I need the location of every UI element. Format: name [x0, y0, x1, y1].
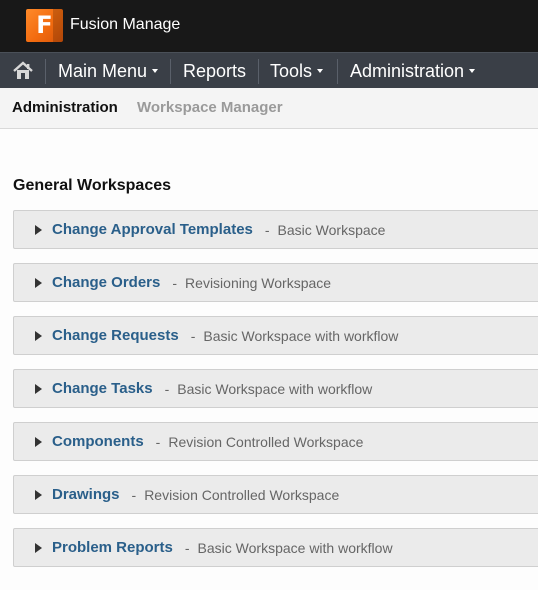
separator: -: [172, 274, 178, 291]
workspace-row[interactable]: Change Approval Templates - Basic Worksp…: [13, 210, 538, 249]
nav-main-menu[interactable]: Main Menu: [58, 53, 159, 89]
nav-divider: [337, 59, 338, 84]
section-title: General Workspaces: [13, 177, 172, 194]
nav-administration[interactable]: Administration: [350, 53, 476, 89]
expand-arrow-icon[interactable]: [35, 383, 42, 394]
logo-letter: F: [36, 11, 53, 39]
separator: -: [264, 221, 270, 238]
workspace-row[interactable]: Components - Revision Controlled Workspa…: [13, 422, 538, 461]
nav-divider: [258, 59, 259, 84]
workspace-row[interactable]: Change Orders - Revisioning Workspace: [13, 263, 538, 302]
expand-arrow-icon[interactable]: [35, 542, 42, 553]
workspace-row[interactable]: Change Requests - Basic Workspace with w…: [13, 316, 538, 355]
workspace-type: Revision Controlled Workspace: [168, 433, 364, 450]
expand-arrow-icon[interactable]: [35, 330, 42, 341]
workspace-name[interactable]: Components: [52, 433, 144, 450]
workspace-name[interactable]: Change Approval Templates: [52, 221, 253, 238]
workspace-name[interactable]: Drawings: [52, 486, 120, 503]
separator: -: [164, 380, 170, 397]
expand-arrow-icon[interactable]: [35, 489, 42, 500]
dropdown-caret-icon: [469, 69, 476, 74]
nav-divider: [45, 59, 46, 84]
separator: -: [190, 327, 196, 344]
breadcrumb-administration[interactable]: Administration: [12, 99, 118, 116]
nav-divider: [170, 59, 171, 84]
dropdown-caret-icon: [152, 69, 159, 74]
expand-arrow-icon[interactable]: [35, 436, 42, 447]
top-header: F Fusion Manage: [0, 0, 538, 52]
workspace-type: Revision Controlled Workspace: [144, 486, 340, 503]
nav-reports[interactable]: Reports: [183, 53, 246, 89]
home-icon[interactable]: [10, 59, 36, 83]
workspace-type: Basic Workspace with workflow: [203, 327, 399, 344]
workspace-name[interactable]: Change Orders: [52, 274, 160, 291]
workspace-type: Basic Workspace with workflow: [177, 380, 373, 397]
breadcrumb-workspace-manager[interactable]: Workspace Manager: [137, 99, 283, 116]
expand-arrow-icon[interactable]: [35, 277, 42, 288]
breadcrumb: Administration Workspace Manager: [0, 88, 538, 129]
workspace-type: Basic Workspace with workflow: [197, 539, 393, 556]
main-nav: Main Menu Reports Tools Administration: [0, 52, 538, 88]
dropdown-caret-icon: [317, 69, 324, 74]
workspace-row[interactable]: Problem Reports - Basic Workspace with w…: [13, 528, 538, 567]
workspace-row[interactable]: Change Tasks - Basic Workspace with work…: [13, 369, 538, 408]
workspace-type: Revisioning Workspace: [185, 274, 332, 291]
workspace-row[interactable]: Drawings - Revision Controlled Workspace: [13, 475, 538, 514]
workspace-name[interactable]: Problem Reports: [52, 539, 173, 556]
workspace-name[interactable]: Change Requests: [52, 327, 179, 344]
expand-arrow-icon[interactable]: [35, 224, 42, 235]
separator: -: [155, 433, 161, 450]
brand-name: Fusion Manage: [70, 16, 181, 33]
workspace-type: Basic Workspace: [277, 221, 386, 238]
fusion-manage-logo[interactable]: F: [26, 9, 63, 42]
workspace-name[interactable]: Change Tasks: [52, 380, 153, 397]
separator: -: [131, 486, 137, 503]
nav-tools[interactable]: Tools: [270, 53, 324, 89]
separator: -: [184, 539, 190, 556]
